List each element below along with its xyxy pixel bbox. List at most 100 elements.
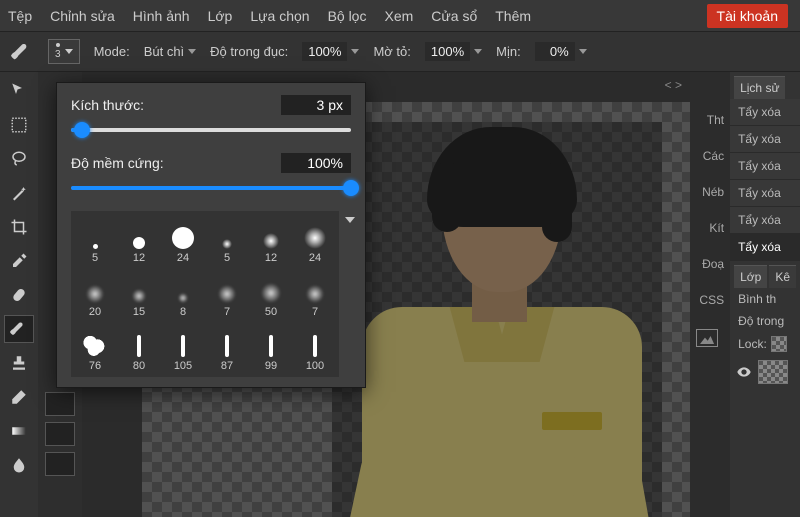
brush-preset[interactable]: 99 [251, 323, 291, 373]
menu-filter[interactable]: Bộ lọc [328, 8, 367, 24]
brush-preview-icon [304, 227, 326, 249]
tab-layers[interactable]: Lớp [734, 265, 767, 288]
brush-preset[interactable]: 5 [75, 215, 115, 265]
brush-preview-icon [93, 244, 98, 249]
eye-icon[interactable] [736, 364, 752, 380]
right-panels: Tht Các Néb Kít Đoạ CSS Lịch sử Tẩy xóaT… [690, 72, 800, 517]
history-item[interactable]: Tẩy xóa [730, 99, 800, 126]
menu-select[interactable]: Lựa chọn [250, 8, 309, 24]
mode-select[interactable]: Bút chì [144, 44, 196, 59]
layer-row[interactable] [730, 356, 800, 388]
lock-transparency-icon[interactable] [771, 336, 787, 352]
brush-preset-label: 5 [224, 252, 230, 264]
brush-preset[interactable]: 15 [119, 269, 159, 319]
hardness-slider[interactable] [71, 179, 351, 197]
tab-history[interactable]: Lịch sử [734, 76, 785, 99]
brush-size-dropdown-button[interactable]: 3 [48, 39, 80, 64]
mini-panel-2[interactable] [45, 422, 75, 446]
brush-preview-icon [269, 335, 273, 357]
brush-preset[interactable]: 87 [207, 323, 247, 373]
hardness-value-field[interactable]: 100% [281, 153, 351, 173]
menu-more[interactable]: Thêm [495, 8, 531, 24]
flow-label: Mờ tỏ: [373, 44, 410, 59]
size-value-field[interactable]: 3 px [281, 95, 351, 115]
eyedropper-tool[interactable] [5, 248, 33, 274]
brush-preset[interactable]: 8 [163, 269, 203, 319]
brush-preset-label: 24 [177, 252, 189, 264]
brush-preset[interactable]: 50 [251, 269, 291, 319]
blur-tool[interactable] [5, 452, 33, 478]
move-tool[interactable] [5, 78, 33, 104]
heal-tool[interactable] [5, 282, 33, 308]
brush-preset-label: 20 [89, 306, 101, 318]
mini-label[interactable]: Kít [690, 210, 730, 246]
flow-field[interactable]: 100% [425, 42, 482, 61]
mini-label[interactable]: CSS [690, 282, 730, 318]
crop-tool[interactable] [5, 214, 33, 240]
history-item[interactable]: Tẩy xóa [730, 180, 800, 207]
menu-layer[interactable]: Lớp [208, 8, 233, 24]
brush-tool[interactable] [5, 316, 33, 342]
brush-preview-icon [263, 233, 279, 249]
brush-preset[interactable]: 7 [295, 269, 335, 319]
marquee-tool[interactable] [5, 112, 33, 138]
blend-mode-select[interactable]: Bình th [730, 288, 800, 310]
brush-preset-label: 80 [133, 360, 145, 372]
menu-view[interactable]: Xem [384, 8, 413, 24]
mini-label[interactable]: Néb [690, 174, 730, 210]
brush-preview-icon [133, 237, 145, 249]
history-item[interactable]: Tẩy xóa [730, 153, 800, 180]
image-icon[interactable] [696, 329, 718, 347]
brush-preset-label: 24 [309, 252, 321, 264]
smooth-field[interactable]: 0% [535, 42, 587, 61]
brush-preset[interactable]: 24 [163, 215, 203, 265]
brush-preset-label: 12 [265, 252, 277, 264]
brush-preset[interactable]: 5 [207, 215, 247, 265]
image-content [332, 122, 662, 517]
brush-preset[interactable]: 80 [119, 323, 159, 373]
wand-tool[interactable] [5, 180, 33, 206]
menu-edit[interactable]: Chỉnh sửa [50, 8, 115, 24]
lock-label: Lock: [738, 337, 767, 351]
brush-preset[interactable]: 24 [295, 215, 335, 265]
menu-image[interactable]: Hình ảnh [133, 8, 190, 24]
brush-preset[interactable]: 7 [207, 269, 247, 319]
mode-label: Mode: [94, 44, 130, 59]
chevron-down-icon [474, 49, 482, 54]
brush-preview-icon [225, 335, 229, 357]
brush-preset[interactable]: 76 [75, 323, 115, 373]
lasso-tool[interactable] [5, 146, 33, 172]
history-tabs: Lịch sử [730, 72, 800, 99]
menu-window[interactable]: Cửa sổ [431, 8, 477, 24]
brush-preset[interactable]: 20 [75, 269, 115, 319]
menu-account[interactable]: Tài khoản [707, 4, 788, 28]
tab-channels[interactable]: Kê [769, 265, 796, 288]
brush-preview-icon [132, 289, 146, 303]
tab-nav-carets[interactable]: < > [665, 78, 682, 92]
size-slider[interactable] [71, 121, 351, 139]
chevron-down-icon [188, 49, 196, 54]
brush-presets-grid: 512245122420158750776801058799100 [71, 211, 339, 377]
history-list: Tẩy xóaTẩy xóaTẩy xóaTẩy xóaTẩy xóaTẩy x… [730, 99, 800, 261]
history-item[interactable]: Tẩy xóa [730, 234, 800, 261]
stamp-tool[interactable] [5, 350, 33, 376]
brush-preset[interactable]: 105 [163, 323, 203, 373]
brush-preset[interactable]: 100 [295, 323, 335, 373]
brush-preset[interactable]: 12 [119, 215, 159, 265]
mini-label[interactable]: Tht [690, 102, 730, 138]
history-item[interactable]: Tẩy xóa [730, 126, 800, 153]
presets-menu-button[interactable] [345, 211, 355, 223]
brush-preview-icon [137, 335, 141, 357]
mini-label[interactable]: Đoạ [690, 246, 730, 282]
brush-preset[interactable]: 12 [251, 215, 291, 265]
size-label: Kích thước: [71, 97, 144, 113]
gradient-tool[interactable] [5, 418, 33, 444]
layer-thumbnail[interactable] [758, 360, 788, 384]
mini-panel-3[interactable] [45, 452, 75, 476]
opacity-field[interactable]: 100% [302, 42, 359, 61]
eraser-tool[interactable] [5, 384, 33, 410]
mini-panel-1[interactable] [45, 392, 75, 416]
mini-label[interactable]: Các [690, 138, 730, 174]
menu-file[interactable]: Tệp [8, 8, 32, 24]
history-item[interactable]: Tẩy xóa [730, 207, 800, 234]
